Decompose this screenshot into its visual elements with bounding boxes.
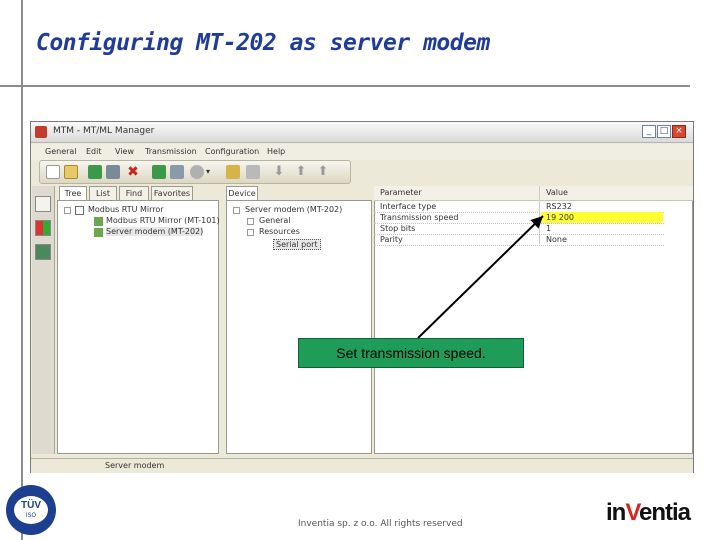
footer-copyright: Inventia sp. z o.o. All rights reserved (298, 519, 463, 529)
callout-arrow (417, 215, 544, 339)
callout-box: Set transmission speed. (298, 338, 524, 368)
inventia-logo: inVentia (606, 499, 691, 526)
tuv-certification-logo: TÜV ISO (6, 485, 56, 535)
